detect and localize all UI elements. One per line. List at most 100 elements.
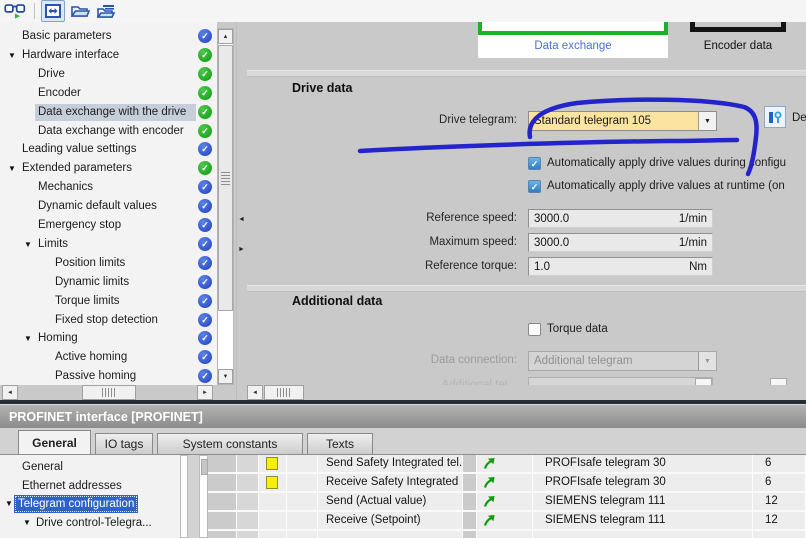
value-field[interactable]: 3000.0 1/min	[528, 233, 713, 252]
tab-system-constants[interactable]: System constants	[157, 433, 303, 454]
scroll-up-arrow[interactable]: ▲	[218, 29, 233, 44]
tree-item-dynamic-default-values[interactable]: Dynamic default values ✓	[0, 197, 217, 216]
field-value: 3000.0	[534, 236, 570, 249]
inspector-nav-telegram-configuration[interactable]: ▼ Telegram configuration	[0, 495, 180, 514]
drive-telegram-label: Drive telegram:	[439, 114, 517, 126]
tree-item-dynamic-limits[interactable]: Dynamic limits ✓	[0, 273, 217, 292]
tree-scroll-thumb[interactable]	[218, 45, 233, 311]
open-folder-icon[interactable]	[69, 1, 91, 21]
diagram-block-data-exchange[interactable]	[478, 22, 668, 35]
tree-item-passive-homing[interactable]: Passive homing ✓	[0, 367, 217, 385]
drive-data-heading: Drive data	[292, 81, 353, 95]
tree-item-basic-parameters[interactable]: Basic parameters ✓	[0, 27, 217, 46]
tree-item-emergency-stop[interactable]: Emergency stop ✓	[0, 216, 217, 235]
tree-item-hardware-interface[interactable]: ▼ Hardware interface ✓	[0, 46, 217, 65]
panel-splitter[interactable]: ◄ ►	[236, 22, 247, 400]
tab-texts[interactable]: Texts	[307, 433, 373, 454]
expand-arrow-icon[interactable]: ▼	[8, 46, 16, 65]
section-separator	[247, 285, 806, 292]
field-unit: 1/min	[678, 236, 707, 249]
chevron-down-icon[interactable]: ▼	[698, 112, 716, 130]
direction-cell	[477, 455, 533, 474]
table-cell	[287, 474, 318, 493]
telegram-name-cell: Send (Actual value)	[318, 493, 463, 512]
tree-item-label: Fixed stop detection	[55, 313, 158, 326]
tree-item-label: Position limits	[55, 256, 126, 269]
table-cell	[208, 455, 237, 474]
torque-data-label: Torque data	[547, 323, 608, 335]
expand-arrow-icon[interactable]: ▼	[5, 495, 13, 513]
tree-item-limits[interactable]: ▼ Limits ✓	[0, 235, 217, 254]
tree-item-encoder[interactable]: Encoder ✓	[0, 84, 217, 103]
tree-item-drive[interactable]: Drive ✓	[0, 65, 217, 84]
expand-arrow-icon[interactable]: ▼	[23, 514, 31, 532]
expand-arrow-icon[interactable]: ▼	[24, 329, 32, 348]
inspector-nav-ethernet-addresses[interactable]: Ethernet addresses	[0, 477, 180, 495]
table-cell	[208, 493, 237, 512]
diagram-block-encoder-data-label[interactable]: Encoder data	[684, 40, 792, 52]
tree-item-fixed-stop-detection[interactable]: Fixed stop detection ✓	[0, 311, 217, 330]
table-cell	[237, 531, 259, 538]
value-field[interactable]: 3000.0 1/min	[528, 209, 713, 228]
table-row[interactable]: Receive Safety Integrated .. PROFIsafe te…	[208, 474, 806, 493]
tree-item-data-exchange-with-the-drive[interactable]: Data exchange with the drive ✓	[0, 103, 217, 122]
inspector-nav-drive-control-telegra-[interactable]: ▼ Drive control-Telegra...	[0, 514, 180, 532]
scroll-down-arrow[interactable]: ▼	[218, 369, 233, 384]
content-horizontal-scrollbar[interactable]: ◄	[247, 385, 806, 400]
tree-item-data-exchange-with-encoder[interactable]: Data exchange with encoder ✓	[0, 122, 217, 141]
drive-telegram-dropdown[interactable]: Standard telegram 105 ▼	[528, 111, 717, 131]
auto-apply-checkbox[interactable]: ✓	[528, 180, 541, 193]
status-green-check-icon: ✓	[198, 123, 212, 138]
tab-io-tags[interactable]: IO tags	[95, 433, 153, 454]
table-row[interactable]: Send (Actual value) SIEMENS telegram 111 1…	[208, 493, 806, 512]
nav-scrollbar-track[interactable]	[180, 455, 188, 538]
status-blue-check-icon: ✓	[198, 350, 212, 365]
expand-arrow-icon[interactable]: ▼	[24, 235, 32, 254]
warning-cell	[259, 474, 287, 493]
inspector-nav-general[interactable]: General	[0, 458, 180, 476]
device-configuration-button[interactable]	[764, 106, 786, 128]
table-scroll-thumb[interactable]	[201, 459, 208, 475]
tree-vertical-scrollbar[interactable]: ▲ ▼	[217, 28, 234, 385]
value-field[interactable]: 1.0 Nm	[528, 257, 713, 276]
monitoring-glasses-icon[interactable]	[4, 1, 26, 21]
tree-item-mechanics[interactable]: Mechanics ✓	[0, 178, 217, 197]
table-row[interactable]: Receive (Setpoint) SIEMENS telegram 111 12	[208, 512, 806, 531]
telegram-name-cell: Send Safety Integrated tel..	[318, 455, 463, 474]
tree-hscroll-thumb[interactable]	[82, 385, 136, 400]
tree-item-homing[interactable]: ▼ Homing ✓	[0, 329, 217, 348]
data-connection-dropdown[interactable]: Additional telegram ▼	[528, 351, 717, 371]
parameter-tree: Basic parameters ✓ ▼ Hardware interface ✓ Dri…	[0, 22, 217, 385]
table-cell	[463, 512, 477, 531]
scroll-right-arrow[interactable]: ►	[197, 385, 213, 400]
tree-item-leading-value-settings[interactable]: Leading value settings ✓	[0, 140, 217, 159]
table-cell	[208, 474, 237, 493]
tree-item-torque-limits[interactable]: Torque limits ✓	[0, 292, 217, 311]
collapse-left-icon[interactable]: ◄	[238, 216, 245, 223]
diagram-block-encoder-data[interactable]	[690, 22, 786, 32]
tab-general[interactable]: General	[18, 430, 91, 454]
status-blue-check-icon: ✓	[198, 236, 212, 251]
device-link-text[interactable]: De	[792, 112, 806, 124]
auto-apply-checkbox[interactable]: ✓	[528, 157, 541, 170]
warning-cell	[259, 455, 287, 474]
table-cell	[208, 531, 237, 538]
table-cell	[237, 512, 259, 531]
table-scrollbar-track[interactable]	[199, 455, 208, 538]
tree-item-extended-parameters[interactable]: ▼ Extended parameters ✓	[0, 159, 217, 178]
scroll-left-arrow[interactable]: ◄	[247, 385, 263, 400]
tree-item-position-limits[interactable]: Position limits ✓	[0, 254, 217, 273]
content-hscroll-thumb[interactable]	[264, 385, 304, 400]
table-row[interactable]: Send Safety Integrated tel.. PROFIsafe te…	[208, 455, 806, 474]
scroll-left-arrow[interactable]: ◄	[2, 385, 18, 400]
section-separator	[247, 70, 806, 77]
tree-item-active-homing[interactable]: Active homing ✓	[0, 348, 217, 367]
tree-horizontal-scrollbar[interactable]: ◄ ►	[2, 385, 213, 400]
expand-right-icon[interactable]: ►	[238, 246, 245, 253]
folder-contents-icon[interactable]	[95, 1, 117, 21]
table-cell	[237, 455, 259, 474]
diagram-block-data-exchange-label[interactable]: Data exchange	[478, 35, 668, 58]
expand-arrow-icon[interactable]: ▼	[8, 159, 16, 178]
torque-data-checkbox[interactable]	[528, 323, 541, 336]
split-editor-icon[interactable]	[41, 0, 65, 22]
